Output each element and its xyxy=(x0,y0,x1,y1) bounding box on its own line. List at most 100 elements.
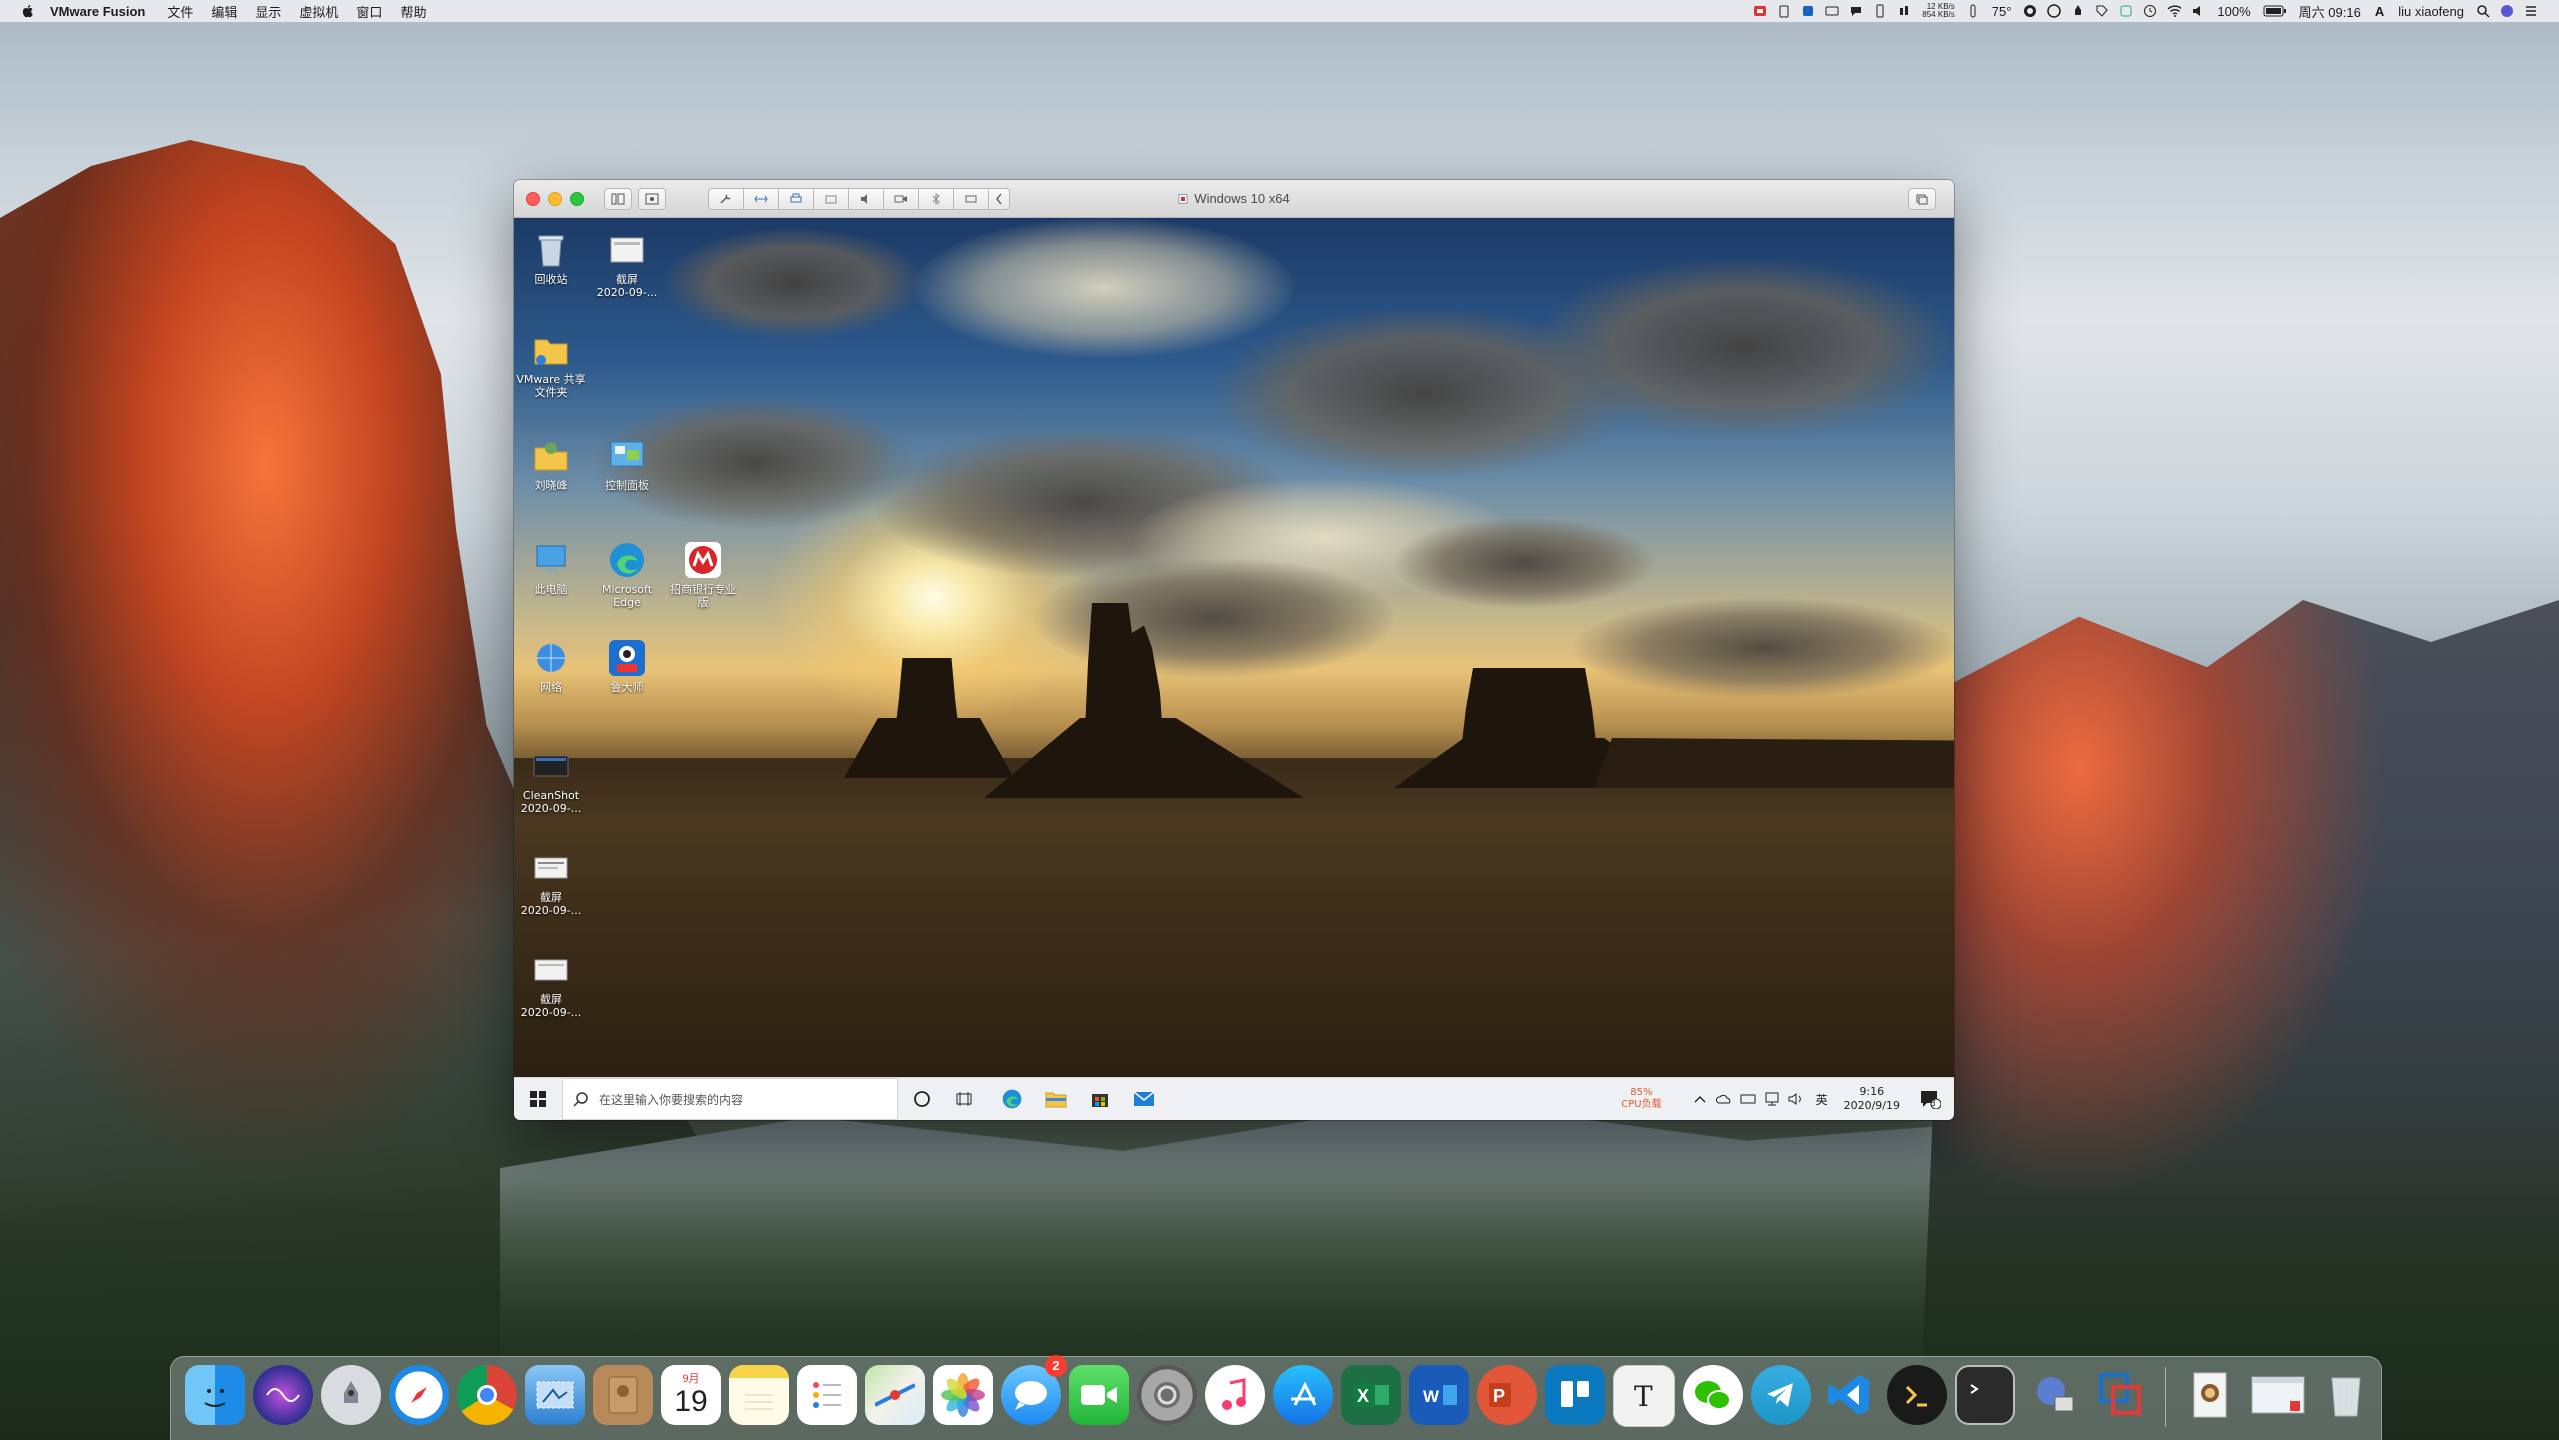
menu-app-name[interactable]: VMware Fusion xyxy=(50,4,145,19)
memory-icon[interactable] xyxy=(1897,4,1911,18)
close-button[interactable] xyxy=(526,191,540,206)
bluetooth-button[interactable] xyxy=(918,187,953,210)
dock-finder[interactable] xyxy=(185,1365,245,1425)
onedrive-icon[interactable] xyxy=(1715,1091,1732,1107)
desktop-icon-cmb-bank[interactable]: 招商银行专业版 xyxy=(668,540,738,609)
camera-button[interactable] xyxy=(883,187,918,210)
wifi-icon[interactable] xyxy=(2167,4,2182,18)
rocket-icon[interactable] xyxy=(2071,4,2085,18)
taskbar-edge[interactable] xyxy=(988,1078,1036,1120)
network-tray-icon[interactable] xyxy=(1764,1091,1780,1107)
settings-button[interactable] xyxy=(708,187,743,210)
apple-menu-icon[interactable] xyxy=(20,3,36,19)
desktop-icon-recycle-bin[interactable]: 回收站 xyxy=(516,230,586,286)
battery-percent[interactable]: 100% xyxy=(2217,4,2250,19)
dock-vscode[interactable] xyxy=(1819,1365,1879,1425)
dock-excel[interactable]: X xyxy=(1341,1365,1401,1425)
volume-tray-icon[interactable] xyxy=(1788,1091,1804,1107)
dock-trello[interactable] xyxy=(1545,1365,1605,1425)
desktop-icon-user[interactable]: 刘晓峰 xyxy=(516,436,586,492)
menu-help[interactable]: 帮助 xyxy=(400,2,426,21)
menu-virtual-machine[interactable]: 虚拟机 xyxy=(299,2,338,21)
menu-view[interactable]: 显示 xyxy=(255,2,281,21)
dock-maps[interactable] xyxy=(865,1365,925,1425)
dock-iterm[interactable] xyxy=(1887,1365,1947,1425)
download-icon[interactable] xyxy=(2119,4,2133,18)
snapshot-button[interactable] xyxy=(638,187,666,210)
menu-window[interactable]: 窗口 xyxy=(356,2,382,21)
taskbar-file-explorer[interactable] xyxy=(1032,1078,1080,1120)
notification-center-icon[interactable] xyxy=(2524,4,2538,18)
action-center-button[interactable]: 3 xyxy=(1918,1078,1948,1120)
dock-telegram[interactable] xyxy=(1751,1365,1811,1425)
dock-network-radar[interactable] xyxy=(2023,1365,2083,1425)
printer-button[interactable] xyxy=(778,187,813,210)
desktop-icon-control-panel[interactable]: 控制面板 xyxy=(592,436,662,492)
battery-icon[interactable] xyxy=(2263,4,2287,18)
dock-wechat[interactable] xyxy=(1683,1365,1743,1425)
time-machine-icon[interactable] xyxy=(2143,4,2157,18)
zoom-button[interactable] xyxy=(570,191,584,206)
dock-chrome[interactable] xyxy=(457,1365,517,1425)
start-button[interactable] xyxy=(514,1078,562,1120)
dock-system-preferences[interactable] xyxy=(1137,1365,1197,1425)
menu-edit[interactable]: 编辑 xyxy=(211,2,237,21)
dock-app-store[interactable] xyxy=(1273,1365,1333,1425)
dock-powerpoint[interactable]: P xyxy=(1477,1365,1537,1425)
taskbar-search-box[interactable]: 在这里输入你要搜索的内容 xyxy=(562,1078,898,1120)
vmware-tools-icon[interactable] xyxy=(1740,1091,1756,1107)
desktop-icon-edge[interactable]: Microsoft Edge xyxy=(592,540,662,609)
bluetooth-app-icon[interactable] xyxy=(1801,4,1815,18)
desktop-icon-screenshot-2[interactable]: 截屏 2020-09-... xyxy=(516,848,586,917)
spotlight-icon[interactable] xyxy=(2476,4,2490,18)
dock-typora[interactable]: T xyxy=(1613,1365,1675,1427)
sound-button[interactable] xyxy=(848,187,883,210)
taskbar-mail[interactable] xyxy=(1120,1078,1168,1120)
taskbar-store[interactable] xyxy=(1076,1078,1124,1120)
tray-overflow-chevron-icon[interactable] xyxy=(1692,1091,1708,1107)
dock-screenshot-window[interactable] xyxy=(2248,1365,2308,1425)
cpu-load-indicator[interactable]: 85% CPU负载 xyxy=(1621,1087,1661,1111)
cortana-button[interactable] xyxy=(898,1078,946,1120)
taskbar-clock[interactable]: 9:16 2020/9/19 xyxy=(1844,1085,1900,1113)
fullscreen-button[interactable] xyxy=(1908,188,1936,210)
desktop-icon-this-pc[interactable]: 此电脑 xyxy=(516,540,586,596)
dock-safari[interactable] xyxy=(389,1365,449,1425)
windows-desktop[interactable]: 回收站 截屏 2020-09-... VMware 共享文件夹 刘晓峰 控制面板… xyxy=(514,218,1954,1120)
chat-icon[interactable] xyxy=(1849,4,1863,18)
vmware-status-icon[interactable] xyxy=(1753,4,1767,18)
desktop-icon-network[interactable]: 网络 xyxy=(516,638,586,694)
record-icon[interactable] xyxy=(2023,4,2037,18)
window-titlebar[interactable]: Windows 10 x64 xyxy=(514,180,1954,218)
dock-word[interactable]: W xyxy=(1409,1365,1469,1425)
dock-calendar[interactable]: 9月 19 xyxy=(661,1365,721,1425)
usb-button[interactable] xyxy=(813,187,848,210)
user-name[interactable]: liu xiaofeng xyxy=(2398,4,2464,19)
dock-siri[interactable] xyxy=(253,1365,313,1425)
temperature-readout[interactable]: 75° xyxy=(1992,4,2012,19)
phone-icon[interactable] xyxy=(1873,4,1887,18)
siri-icon[interactable] xyxy=(2500,4,2514,18)
task-view-button[interactable] xyxy=(940,1078,988,1120)
dock-contacts[interactable] xyxy=(593,1365,653,1425)
dock-trash[interactable] xyxy=(2316,1365,2376,1425)
dock-terminal[interactable] xyxy=(1955,1365,2015,1425)
collapse-toolbar-button[interactable] xyxy=(988,187,1010,210)
dock-music[interactable] xyxy=(1205,1365,1265,1425)
network-speed[interactable]: 12 KB/s 854 KB/s xyxy=(1922,3,1954,19)
menu-file[interactable]: 文件 xyxy=(167,2,193,21)
desktop-icon-cleanshot[interactable]: CleanShot 2020-09-... xyxy=(516,746,586,815)
dock-vmware-fusion[interactable] xyxy=(2091,1365,2151,1425)
input-method-indicator[interactable]: 英 xyxy=(1816,1091,1828,1108)
volume-icon[interactable] xyxy=(2191,4,2205,18)
library-button[interactable] xyxy=(604,187,632,210)
vpn-icon[interactable] xyxy=(2047,4,2062,18)
dock-mail[interactable] xyxy=(525,1365,585,1425)
sensor-icon[interactable] xyxy=(1966,4,1980,18)
minimize-button[interactable] xyxy=(548,191,562,206)
dock-launchpad[interactable] xyxy=(321,1365,381,1425)
screen-icon[interactable] xyxy=(1825,4,1839,18)
dock-notes[interactable] xyxy=(729,1365,789,1425)
dock-photos[interactable] xyxy=(933,1365,993,1425)
clock[interactable]: 周六 09:16 xyxy=(2299,2,2361,21)
